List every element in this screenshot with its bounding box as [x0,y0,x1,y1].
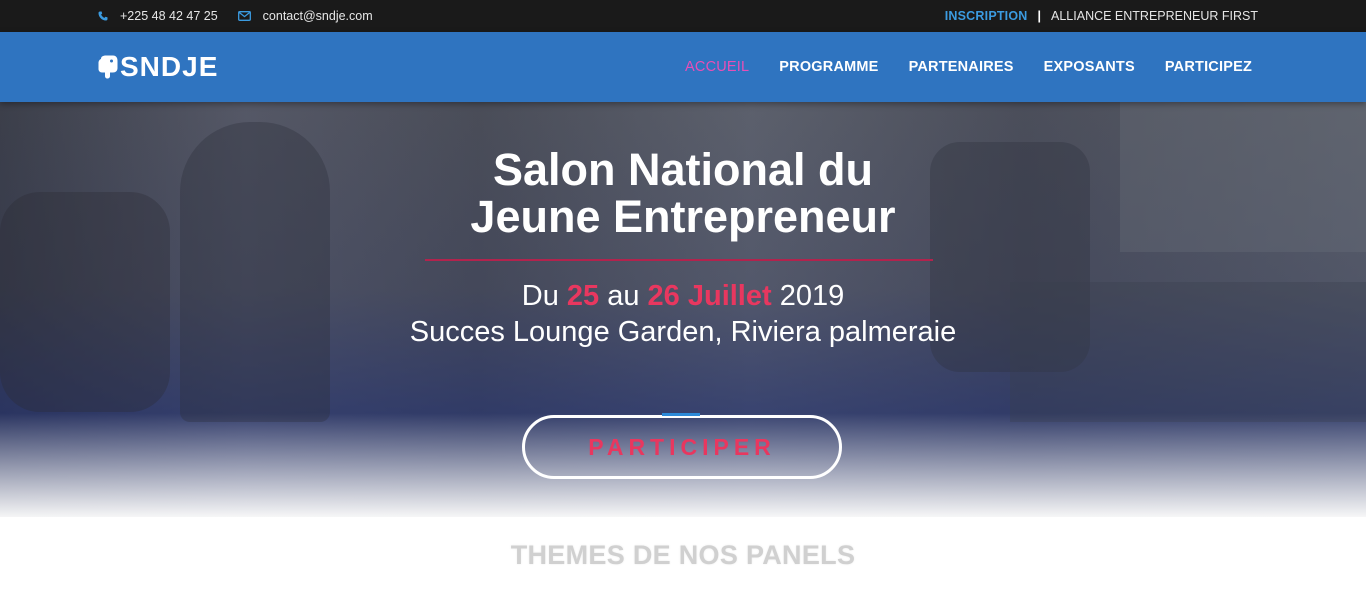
date-start: 25 [566,280,600,312]
top-bar: +225 48 42 47 25 contact@sndje.com INSCR… [0,0,1366,32]
logo-text: SNDJE [120,51,219,82]
hero-dates: Du 25 au 26 Juillet 2019 [0,280,1366,313]
nav-item-programme[interactable]: PROGRAMME [779,59,878,75]
dates-prefix: Du [521,280,567,312]
envelope-icon [237,11,251,21]
main-menu: ACCUEIL PROGRAMME PARTENAIRES EXPOSANTS … [655,32,1252,102]
topbar-separator: | [1037,9,1042,23]
nav-item-accueil[interactable]: ACCUEIL [685,59,749,75]
contact-info: +225 48 42 47 25 contact@sndje.com [98,0,373,32]
hero-title-line2: Jeune Entrepreneur [470,191,896,242]
main-navbar: SNDJE ACCUEIL PROGRAMME PARTENAIRES EXPO… [0,32,1366,102]
slider-indicator[interactable] [662,413,700,416]
email-contact[interactable]: contact@sndje.com [237,9,373,23]
hero-title-line1: Salon National du [492,144,874,195]
phone-contact[interactable]: +225 48 42 47 25 [98,9,218,23]
hero-location: Succes Lounge Garden, Riviera palmeraie [409,316,957,348]
topbar-links: INSCRIPTION | ALLIANCE ENTREPRENEUR FIRS… [945,0,1258,32]
phone-number: +225 48 42 47 25 [120,9,218,23]
email-address: contact@sndje.com [262,9,373,23]
hero-divider [425,259,933,261]
elephant-logo-icon [98,55,118,79]
inscription-link[interactable]: INSCRIPTION [945,9,1028,23]
date-end: 26 Juillet [647,280,772,312]
dates-middle: au [599,280,648,312]
alliance-link[interactable]: ALLIANCE ENTREPRENEUR FIRST [1051,9,1258,23]
dates-year: 2019 [771,280,845,312]
site-logo[interactable]: SNDJE [98,50,218,84]
hero-banner: Salon National du Jeune Entrepreneur Du … [0,102,1366,517]
section-title: THEMES DE NOS PANELS [510,540,856,570]
phone-icon [98,11,108,21]
slider-dot-active[interactable] [681,413,700,416]
nav-item-participez[interactable]: PARTICIPEZ [1165,59,1252,75]
nav-item-partenaires[interactable]: PARTENAIRES [909,59,1014,75]
nav-item-exposants[interactable]: EXPOSANTS [1044,59,1135,75]
slider-dot-active[interactable] [662,413,681,416]
participer-button[interactable]: PARTICIPER [522,415,842,479]
